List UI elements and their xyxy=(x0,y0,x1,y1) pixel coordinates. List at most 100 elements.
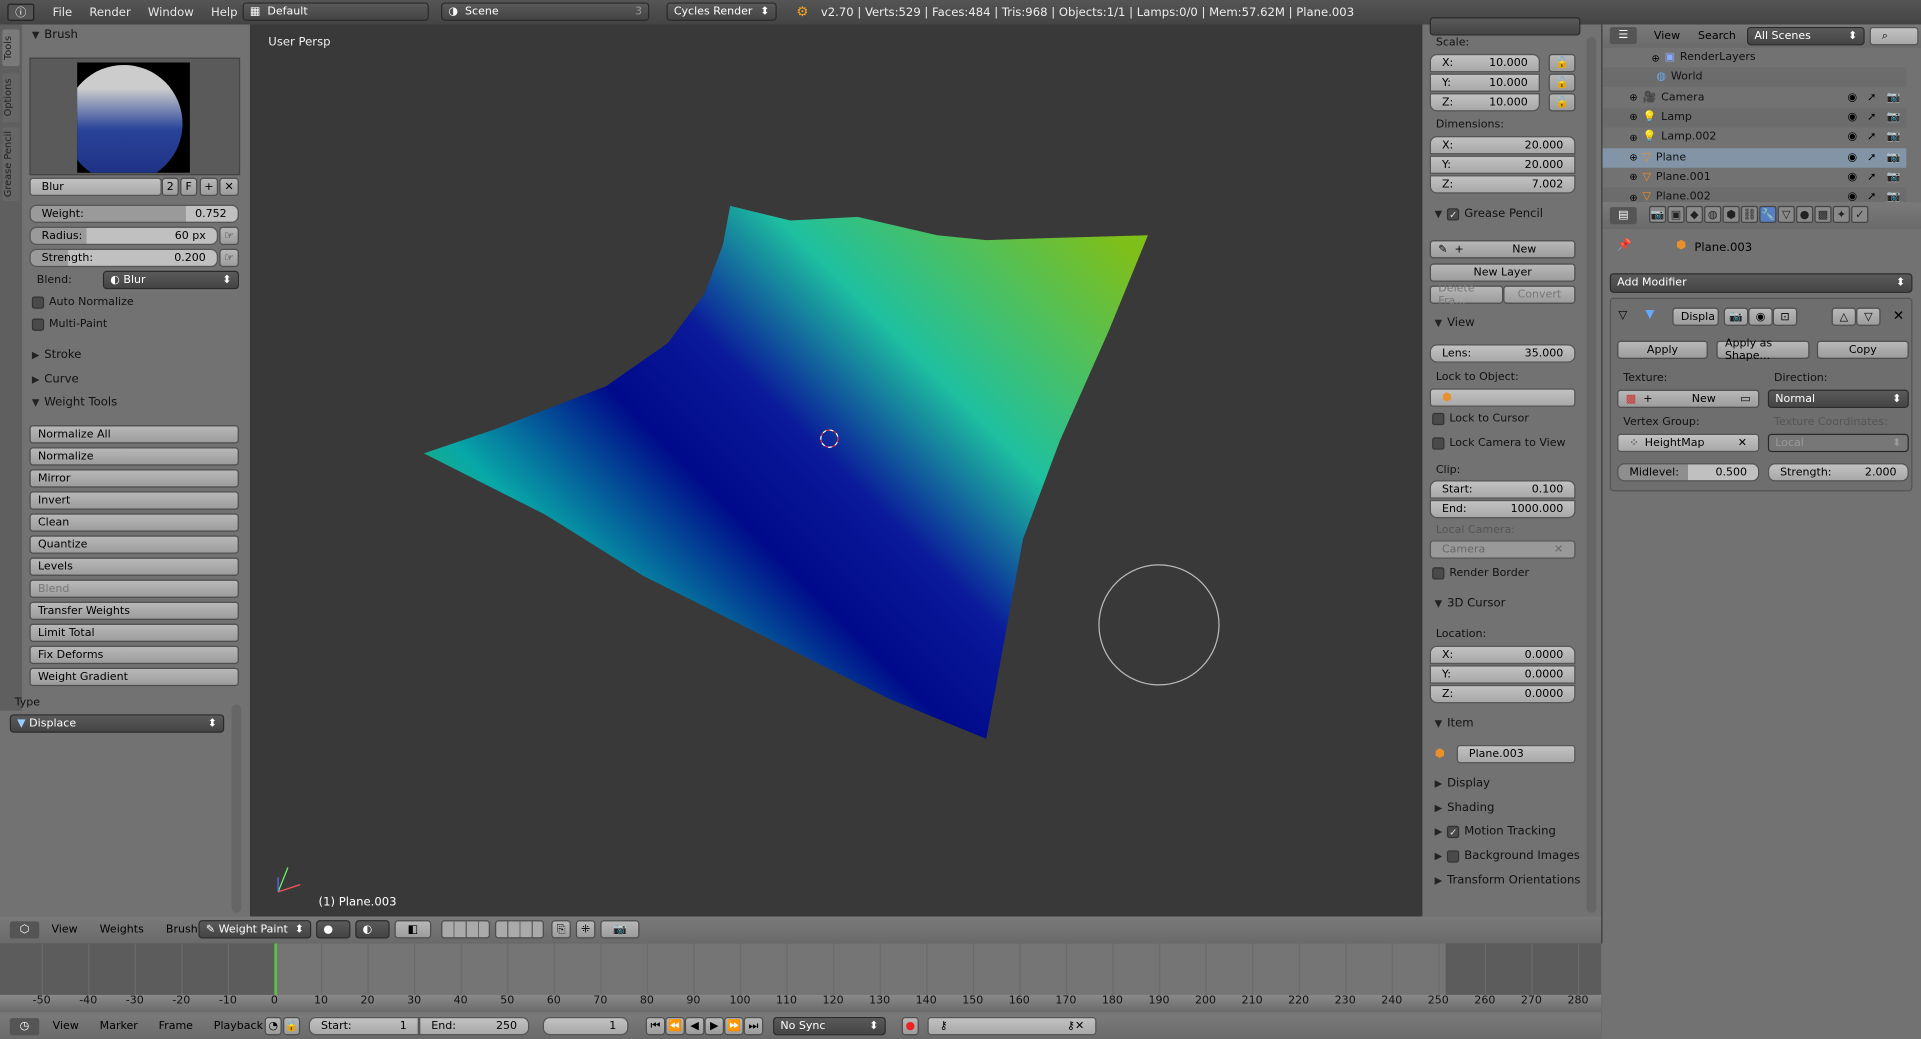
grease-pencil-panel-header[interactable]: ▼ ✓ Grease Pencil xyxy=(1435,207,1543,220)
dim-y-field[interactable]: Y: 20.000 xyxy=(1429,155,1576,174)
grease-pencil-new-button[interactable]: ✎ + New xyxy=(1429,240,1576,259)
cursor-z-field[interactable]: Z: 0.0000 xyxy=(1429,684,1576,704)
tab-grease-pencil[interactable]: Grease Pencil xyxy=(2,127,20,201)
visibility-eye-icon[interactable]: ◉ xyxy=(1847,91,1857,103)
start-frame-field[interactable]: Start: 1 xyxy=(308,1016,419,1036)
renderable-camera-icon[interactable]: 📷 xyxy=(1887,91,1901,103)
scene-tab-icon[interactable]: ◆ xyxy=(1685,205,1703,223)
render-tab-icon[interactable]: 📷 xyxy=(1649,205,1667,223)
lock-scale-0-toggle[interactable]: 🔓 xyxy=(1548,53,1576,73)
tab-options[interactable]: Options xyxy=(2,73,20,123)
render-engine-dropdown[interactable]: Cycles Render ⬍ xyxy=(666,2,777,21)
record-button[interactable]: ● xyxy=(901,1016,919,1036)
selectable-cursor-icon[interactable]: ➚ xyxy=(1867,151,1876,163)
fake-user-button[interactable]: F xyxy=(180,177,198,197)
3d-menu-weights[interactable]: Weights xyxy=(100,924,144,936)
end-frame-field[interactable]: End: 250 xyxy=(418,1016,530,1036)
selectable-cursor-icon[interactable]: ➚ xyxy=(1867,171,1876,183)
cursor-y-field[interactable]: Y: 0.0000 xyxy=(1429,665,1576,684)
cursor-x-field[interactable]: X: 0.0000 xyxy=(1429,645,1576,665)
data-tab-icon[interactable]: ▽ xyxy=(1777,205,1795,223)
displaced-plane-mesh[interactable] xyxy=(423,205,1148,739)
remove-modifier-icon[interactable]: ✕ xyxy=(1893,308,1904,324)
rotation-mode-dropdown[interactable] xyxy=(1429,17,1581,36)
vertex-group-field[interactable]: ⁘ HeightMap ✕ xyxy=(1617,433,1760,453)
lock-object-field[interactable]: ⬢ xyxy=(1429,388,1576,407)
render-preview-button[interactable]: 📷 xyxy=(600,920,640,939)
sync-dropdown[interactable]: No Sync ⬍ xyxy=(773,1016,886,1036)
visibility-eye-icon[interactable]: ◉ xyxy=(1847,131,1857,143)
modifier-name-field[interactable]: Displa xyxy=(1672,307,1719,326)
snap-toggle[interactable]: ⁜ xyxy=(575,920,596,939)
menu-render[interactable]: Render xyxy=(81,6,140,19)
outliner-item-plane[interactable]: ⊕ ▽ Plane ◉ ➚ 📷 xyxy=(1602,147,1907,168)
current-frame-field[interactable]: 1 xyxy=(542,1016,629,1036)
jump-end-button[interactable]: ⏭ xyxy=(743,1016,764,1036)
scale-x-field[interactable]: X: 10.000 xyxy=(1429,53,1540,73)
renderable-camera-icon[interactable]: 📷 xyxy=(1887,111,1901,123)
checkbox-auto-normalize[interactable]: Auto Normalize xyxy=(31,296,134,309)
direction-dropdown[interactable]: Normal ⬍ xyxy=(1767,389,1909,409)
local-camera-field[interactable]: Camera ✕ xyxy=(1429,540,1576,559)
renderable-camera-icon[interactable]: 📷 xyxy=(1887,131,1901,143)
tool-quantize-button[interactable]: Quantize xyxy=(29,535,239,554)
transform-orientations-panel-header[interactable]: ▶ Transform Orientations xyxy=(1435,873,1581,886)
tool-limit-total-button[interactable]: Limit Total xyxy=(29,623,239,643)
grease-pencil-checkbox[interactable]: ✓ xyxy=(1447,207,1460,220)
outliner-filter-dropdown[interactable]: All Scenes ⬍ xyxy=(1747,26,1865,46)
visibility-eye-icon[interactable]: ◉ xyxy=(1847,111,1857,123)
outliner-item-world[interactable]: ◍ World xyxy=(1602,67,1907,88)
blend-dropdown[interactable]: ◐ Blur ⬍ xyxy=(102,270,239,290)
timeline-menu-frame[interactable]: Frame xyxy=(159,1021,193,1033)
menu-file[interactable]: File xyxy=(44,6,81,19)
dim-x-field[interactable]: X: 20.000 xyxy=(1429,136,1576,155)
outliner-item-camera[interactable]: ⊕ 🎥 Camera ◉ ➚ 📷 xyxy=(1602,87,1907,108)
item-panel-header[interactable]: ▼ Item xyxy=(1435,717,1474,730)
expand-icon[interactable]: ⊕ xyxy=(1629,172,1637,183)
timeline-menu-marker[interactable]: Marker xyxy=(100,1021,138,1033)
info-editor-icon[interactable]: ⓘ xyxy=(7,3,35,21)
npanel-scrollbar[interactable] xyxy=(1586,36,1597,913)
close-icon[interactable]: ✕ xyxy=(1738,437,1747,449)
timeline-menu-view[interactable]: View xyxy=(53,1021,79,1033)
lock-scale-2-toggle[interactable]: 🔓 xyxy=(1548,93,1576,112)
add-brush-button[interactable]: + xyxy=(199,177,219,197)
outliner-search-field[interactable]: ⌕ xyxy=(1869,26,1919,46)
3d-view-editor-icon[interactable]: ⬡ xyxy=(9,921,40,939)
texture-tab-icon[interactable]: ▩ xyxy=(1814,205,1832,223)
brush-panel-header[interactable]: ▼ Brush xyxy=(32,28,78,41)
pin-icon[interactable]: 📌 xyxy=(1617,239,1632,252)
timeline-menu-playback[interactable]: Playback xyxy=(214,1021,263,1033)
particles-tab-icon[interactable]: ✦ xyxy=(1832,205,1850,223)
lens-field[interactable]: Lens: 35.000 xyxy=(1429,344,1576,363)
modifiers-tab-icon[interactable]: 🔧 xyxy=(1759,205,1777,223)
frame-ruler[interactable] xyxy=(0,994,1602,1013)
motion-tracking-checkbox[interactable]: ✓ xyxy=(1447,825,1460,838)
lock-to-cursor-checkbox[interactable]: Lock to Cursor xyxy=(1432,412,1529,426)
lock-range-toggle[interactable]: 🔒 xyxy=(283,1016,301,1036)
tool-clean-button[interactable]: Clean xyxy=(29,513,239,532)
apply-as-shape-button[interactable]: Apply as Shape... xyxy=(1716,338,1810,362)
tool-transfer-weights-button[interactable]: Transfer Weights xyxy=(29,601,239,620)
tool-levels-button[interactable]: Levels xyxy=(29,557,239,576)
play-button[interactable]: ▶ xyxy=(704,1016,725,1036)
unlink-brush-button[interactable]: ✕ xyxy=(219,177,239,197)
render-border-checkbox[interactable]: Render Border xyxy=(1432,567,1529,580)
tab-tools[interactable]: Tools xyxy=(2,29,20,67)
render-layers-tab-icon[interactable]: ▣ xyxy=(1667,205,1685,223)
tool-invert-button[interactable]: Invert xyxy=(29,491,239,510)
checkbox-box[interactable] xyxy=(31,296,45,309)
background-images-checkbox[interactable] xyxy=(1447,849,1460,863)
pivot-dropdown[interactable]: ◐ xyxy=(355,920,390,939)
collapse-icon[interactable]: ▽ xyxy=(1618,309,1627,322)
midlevel-slider[interactable]: Midlevel: 0.500 xyxy=(1617,463,1760,482)
3d-cursor-panel-header[interactable]: ▼ 3D Cursor xyxy=(1435,597,1506,610)
apply-button[interactable]: Apply xyxy=(1617,340,1708,359)
jump-start-button[interactable]: ⏮ xyxy=(645,1016,666,1036)
screen-layout-selector[interactable]: ▦ Default xyxy=(242,2,429,21)
delete-frame-button[interactable]: Delete Fra... xyxy=(1429,282,1504,307)
strength-slider[interactable]: Strength: 0.200 xyxy=(29,248,219,268)
brush-name-field[interactable]: Blur xyxy=(29,177,162,197)
copy-button[interactable]: Copy xyxy=(1816,340,1909,359)
timeline-editor-icon[interactable]: ◷ xyxy=(9,1018,40,1036)
